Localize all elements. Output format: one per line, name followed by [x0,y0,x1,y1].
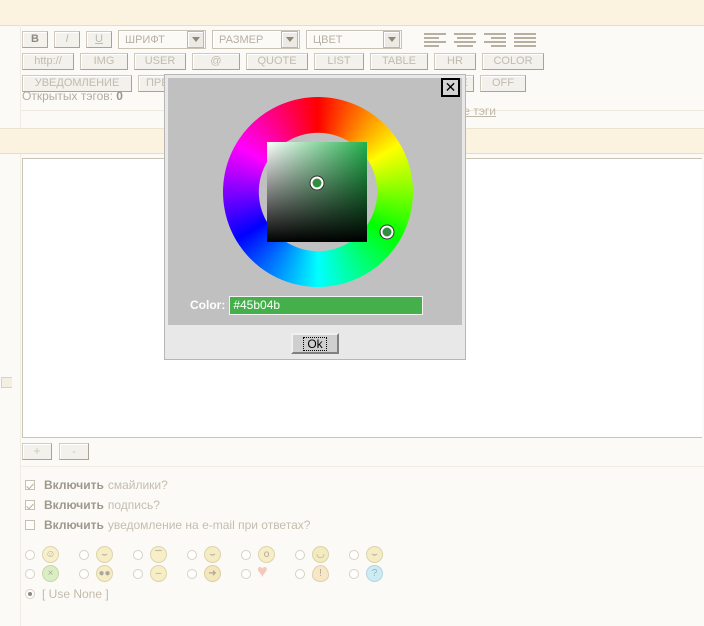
smiley-radio-1[interactable] [25,550,35,560]
sad-icon[interactable]: ⌣ [204,546,221,563]
chevron-down-icon[interactable] [281,31,298,48]
color-select[interactable]: ЦВЕТ [306,30,402,49]
chevron-down-icon[interactable] [383,31,400,48]
option-signature[interactable]: Включить подпись? [25,495,310,515]
color-picker-body: Color: #45b04b [168,78,462,325]
smiley-selector: ☺ ⌣ ˜˜ ⌣ o ◡ ⌣ × ●● – ➜ ! ? [ Use None ] [25,545,403,603]
cool-icon[interactable]: – [150,565,167,582]
color-field-row: Color: #45b04b [190,294,440,316]
table-button[interactable]: TABLE [370,53,428,70]
user-button[interactable]: USER [134,53,186,70]
checkbox-signature[interactable] [25,500,35,510]
option-signature-label: подпись? [108,498,160,512]
left-edge-icon [1,377,12,388]
question-icon[interactable]: ? [366,565,383,582]
page-top-band [0,0,704,26]
option-email-notify-label: уведомление на e-mail при ответах? [108,518,311,532]
quote-button[interactable]: QUOTE [246,53,308,70]
option-smilies-label: смайлики? [108,478,168,492]
smiley-radio-10[interactable] [133,569,143,579]
left-vertical-rule [20,25,21,626]
font-select[interactable]: ШРИФТ [118,30,206,49]
ok-button-label: Ok [303,337,326,351]
smiley-use-none[interactable]: [ Use None ] [25,584,403,603]
shrink-editor-button[interactable]: - [59,443,89,460]
post-options: Включить смайлики? Включить подпись? Вкл… [25,475,310,535]
checkbox-email-notify[interactable] [25,520,35,530]
close-icon[interactable]: ✕ [441,78,460,97]
align-right-icon[interactable] [484,32,506,48]
grin-icon[interactable]: ◡ [312,546,329,563]
bold-button[interactable]: B [22,31,48,48]
ok-button[interactable]: Ok [291,333,339,354]
exclamation-icon[interactable]: ! [312,565,329,582]
smiley-radio-none[interactable] [25,589,35,599]
option-email-notify-bold: Включить [44,518,104,532]
smiley-radio-9[interactable] [79,569,89,579]
smiley-radio-3[interactable] [133,550,143,560]
underline-button[interactable]: U [86,31,112,48]
smiley-radio-14[interactable] [349,569,359,579]
smile-icon[interactable]: ☺ [42,546,59,563]
color-picker-dialog: Color: #45b04b ✕ Ok [165,75,465,359]
saturation-value-square[interactable] [267,142,367,242]
smiley-radio-7[interactable] [349,550,359,560]
open-tags-count: 0 [116,89,123,103]
list-button[interactable]: LIST [314,53,364,70]
enlarge-editor-button[interactable]: + [22,443,52,460]
size-select-value: РАЗМЕР [219,34,263,46]
smiley-radio-4[interactable] [187,550,197,560]
hue-marker[interactable] [381,226,394,239]
hr-button[interactable]: HR [434,53,476,70]
smiley-radio-11[interactable] [187,569,197,579]
toolbar-row-tags: http:// IMG USER @ QUOTE LIST TABLE HR C… [22,52,682,71]
color-button[interactable]: COLOR [482,53,544,70]
option-email-notify[interactable]: Включить уведомление на e-mail при ответ… [25,515,310,535]
smiley-radio-8[interactable] [25,569,35,579]
option-smilies-bold: Включить [44,478,104,492]
open-tags-status: Открытых тэгов: 0 [22,89,123,103]
align-center-icon[interactable] [454,32,476,48]
option-smilies[interactable]: Включить смайлики? [25,475,310,495]
open-tags-label: Открытых тэгов: [22,89,113,103]
link-button[interactable]: http:// [22,53,74,70]
arrow-icon[interactable]: ➜ [204,565,221,582]
roll-eyes-icon[interactable]: ⌣ [96,546,113,563]
color-hex-input[interactable]: #45b04b [229,296,423,315]
mention-button[interactable]: @ [192,53,240,70]
sleepy-icon[interactable]: ˜˜ [150,546,167,563]
smiley-radio-12[interactable] [241,569,251,579]
font-select-value: ШРИФТ [125,34,165,46]
checkbox-smilies[interactable] [25,480,35,490]
editor-size-controls: + - [22,443,96,460]
size-select[interactable]: РАЗМЕР [212,30,300,49]
smiley-radio-13[interactable] [295,569,305,579]
option-signature-bold: Включить [44,498,104,512]
confused-icon[interactable]: ●● [96,565,113,582]
toolbar-row-format: B I U ШРИФТ РАЗМЕР ЦВЕТ [22,30,682,49]
chevron-down-icon[interactable] [187,31,204,48]
italic-button[interactable]: I [54,31,80,48]
angry-icon[interactable]: ⌣ [366,546,383,563]
color-select-value: ЦВЕТ [313,34,343,46]
sv-marker[interactable] [311,177,324,190]
align-justify-icon[interactable] [514,32,536,48]
smiley-use-none-label: [ Use None ] [42,587,109,601]
smiley-row-2: × ●● – ➜ ! ? [25,564,403,583]
image-button[interactable]: IMG [80,53,128,70]
align-left-icon[interactable] [424,32,446,48]
divider-above-options [20,466,704,467]
heart-icon[interactable] [258,565,275,582]
color-field-label: Color: [190,298,225,312]
smiley-radio-6[interactable] [295,550,305,560]
sick-icon[interactable]: × [42,565,59,582]
smiley-row-1: ☺ ⌣ ˜˜ ⌣ o ◡ ⌣ [25,545,403,564]
off-button[interactable]: OFF [480,75,526,92]
smiley-radio-2[interactable] [79,550,89,560]
smiley-radio-5[interactable] [241,550,251,560]
